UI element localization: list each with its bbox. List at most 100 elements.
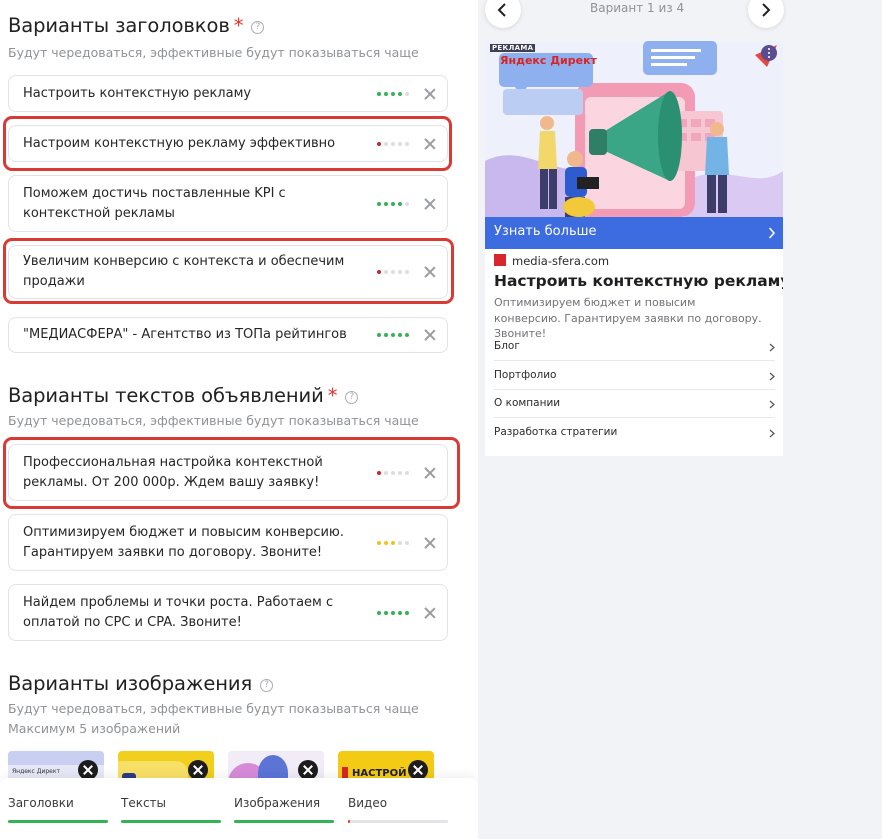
remove-icon[interactable] <box>424 537 436 549</box>
ad-badge: РЕКЛАМА <box>490 44 536 52</box>
headline-variant[interactable]: "МЕДИАСФЕРА" - Агентство из ТОПа рейтинг… <box>8 317 448 353</box>
ad-title[interactable]: Настроить контекстную рекламу <box>494 272 783 290</box>
quality-score-dots <box>377 540 409 545</box>
progress-fill <box>121 820 221 823</box>
quality-dot <box>384 141 388 146</box>
remove-icon[interactable] <box>424 607 436 619</box>
help-icon[interactable]: ? <box>260 679 274 692</box>
progress-bar <box>348 820 448 823</box>
cta-button[interactable]: Узнать больше <box>485 217 783 249</box>
ad-text[interactable]: Профессиональная настройка контекстной р… <box>23 453 359 493</box>
headline-variant[interactable]: Увеличим конверсию с контекста и обеспеч… <box>8 245 448 299</box>
chevron-right-icon <box>769 429 775 438</box>
remove-icon[interactable] <box>424 266 436 278</box>
ad-preview-card: РЕКЛАМА Яндекс Директ Узнать больше medi… <box>485 41 783 456</box>
ad-text[interactable]: Оптимизируем бюджет и повысим конверсию.… <box>23 523 359 563</box>
images-section-title: Варианты изображения? <box>8 672 274 695</box>
required-asterisk: * <box>327 384 338 407</box>
headlines-subtitle: Будут чередоваться, эффективные будут по… <box>8 45 419 60</box>
sitelink[interactable]: Разработка стратегии <box>494 419 775 447</box>
headline-text[interactable]: Настроим контекстную рекламу эффективно <box>23 134 359 154</box>
brand-logo: Яндекс Директ <box>500 54 597 67</box>
progress-fill <box>8 820 108 823</box>
quality-dot <box>377 333 381 337</box>
headline-text[interactable]: Настроить контекстную рекламу <box>23 84 359 104</box>
quality-dot <box>377 270 381 274</box>
progress-fill <box>234 820 334 823</box>
more-options-button[interactable] <box>761 45 777 61</box>
progress-bar <box>234 820 334 823</box>
remove-icon[interactable] <box>424 88 436 100</box>
progress-fill <box>348 820 350 823</box>
illustration-image <box>485 41 783 217</box>
remove-icon[interactable] <box>424 198 436 210</box>
quality-dot <box>405 201 409 206</box>
sitelink[interactable]: Портфолио <box>494 362 775 390</box>
quality-dot <box>398 91 402 96</box>
quality-dot <box>391 270 395 274</box>
quality-dot <box>398 540 402 545</box>
quality-dot <box>377 91 381 96</box>
ad-text-variant[interactable]: Найдем проблемы и точки роста. Работаем … <box>8 584 448 641</box>
cta-label: Узнать больше <box>494 224 597 239</box>
help-icon[interactable]: ? <box>345 391 359 404</box>
headline-variant[interactable]: Настроить контекстную рекламу <box>8 75 448 112</box>
chevron-right-icon <box>769 343 775 352</box>
quality-score-dots <box>377 610 409 615</box>
quality-score-dots <box>377 141 409 146</box>
quality-dot <box>384 470 388 475</box>
tab-video[interactable]: Видео <box>348 796 387 810</box>
quality-score-dots <box>377 201 409 206</box>
headline-text[interactable]: Увеличим конверсию с контекста и обеспеч… <box>23 252 359 292</box>
quality-dot <box>405 91 409 96</box>
ad-domain[interactable]: media-sfera.com <box>494 254 609 268</box>
quality-dot <box>384 610 388 615</box>
variant-counter: Вариант 1 из 4 <box>590 1 685 15</box>
ad-text[interactable]: Найдем проблемы и точки роста. Работаем … <box>23 593 359 633</box>
images-subtitle: Будут чередоваться, эффективные будут по… <box>8 701 419 716</box>
remove-image-icon[interactable] <box>188 760 208 780</box>
quality-score-dots <box>377 91 409 96</box>
headline-variant[interactable]: Настроим контекстную рекламу эффективно <box>8 125 448 162</box>
chevron-right-icon <box>762 3 771 17</box>
progress-bar <box>8 820 108 823</box>
quality-score-dots <box>377 270 409 274</box>
remove-icon[interactable] <box>424 467 436 479</box>
quality-dot <box>391 333 395 337</box>
remove-image-icon[interactable] <box>78 760 98 780</box>
quality-dot <box>405 333 409 337</box>
tab-texts[interactable]: Тексты <box>121 796 166 810</box>
headline-text[interactable]: "МЕДИАСФЕРА" - Агентство из ТОПа рейтинг… <box>23 325 359 345</box>
tab-images[interactable]: Изображения <box>234 796 320 810</box>
quality-dot <box>377 470 381 475</box>
quality-dot <box>391 141 395 146</box>
quality-dot <box>398 201 402 206</box>
headlines-section-title: Варианты заголовков *? <box>8 14 265 37</box>
ad-text-variant[interactable]: Оптимизируем бюджет и повысим конверсию.… <box>8 514 448 571</box>
progress-bar <box>121 820 221 823</box>
sitelink[interactable]: Блог <box>494 333 775 361</box>
remove-icon[interactable] <box>424 138 436 150</box>
sitelink[interactable]: О компании <box>494 390 775 418</box>
ad-text-variant[interactable]: Профессиональная настройка контекстной р… <box>8 444 448 501</box>
quality-dot <box>384 91 388 96</box>
tab-headlines[interactable]: Заголовки <box>8 796 74 810</box>
quality-dot <box>405 540 409 545</box>
quality-dot <box>391 470 395 475</box>
quality-dot <box>384 201 388 206</box>
quality-dot <box>398 270 402 274</box>
creative-editor-panel: Варианты заголовков *? Будут чередоваться… <box>0 0 478 839</box>
remove-image-icon[interactable] <box>408 760 428 780</box>
remove-image-icon[interactable] <box>298 760 318 780</box>
quality-dot <box>391 91 395 96</box>
quality-dot <box>405 610 409 615</box>
headline-variant[interactable]: Поможем достичь поставленные KPI с конте… <box>8 175 448 232</box>
favicon-icon <box>494 254 506 266</box>
help-icon[interactable]: ? <box>251 21 265 34</box>
quality-dot <box>391 540 395 545</box>
remove-icon[interactable] <box>424 329 436 341</box>
headline-text[interactable]: Поможем достичь поставленные KPI с конте… <box>23 184 359 224</box>
images-limit-note: Максимум 5 изображений <box>8 721 181 736</box>
quality-dot <box>398 141 402 146</box>
quality-dot <box>398 610 402 615</box>
